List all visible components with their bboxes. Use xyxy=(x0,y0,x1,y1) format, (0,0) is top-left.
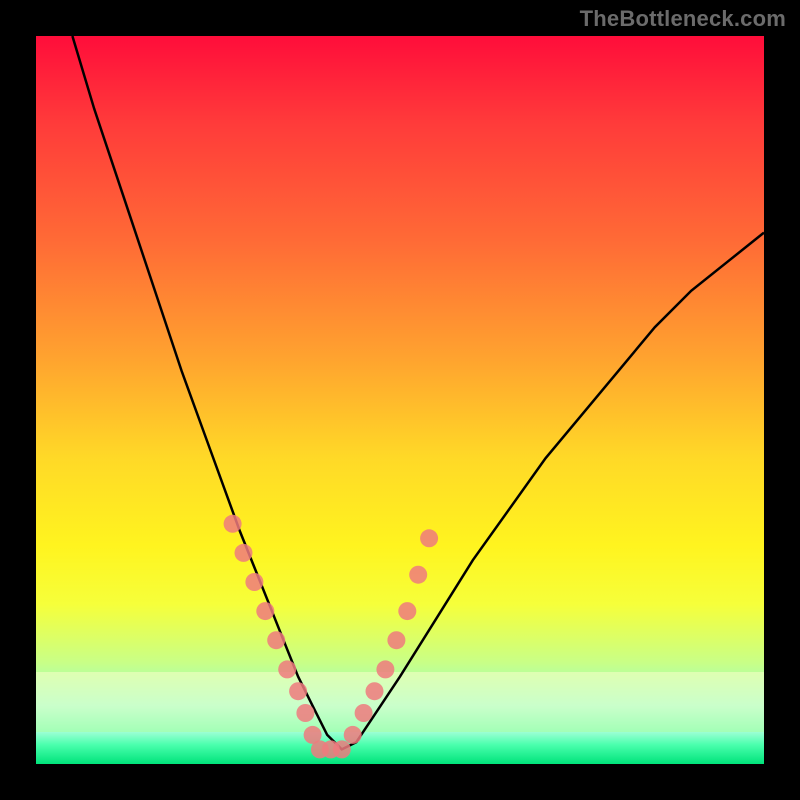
data-marker xyxy=(224,515,242,533)
curve-path xyxy=(72,36,764,749)
marker-group xyxy=(224,515,439,759)
data-marker xyxy=(355,704,373,722)
chart-frame: TheBottleneck.com xyxy=(0,0,800,800)
data-marker xyxy=(256,602,274,620)
data-marker xyxy=(344,726,362,744)
curve-line xyxy=(72,36,764,749)
data-marker xyxy=(245,573,263,591)
data-marker xyxy=(235,544,253,562)
data-marker xyxy=(376,660,394,678)
data-marker xyxy=(278,660,296,678)
bottleneck-curve-svg xyxy=(36,36,764,764)
data-marker xyxy=(267,631,285,649)
data-marker xyxy=(387,631,405,649)
watermark-label: TheBottleneck.com xyxy=(580,6,786,32)
data-marker xyxy=(420,529,438,547)
data-marker xyxy=(289,682,307,700)
data-marker xyxy=(333,740,351,758)
data-marker xyxy=(366,682,384,700)
data-marker xyxy=(409,566,427,584)
data-marker xyxy=(398,602,416,620)
plot-area xyxy=(36,36,764,764)
data-marker xyxy=(296,704,314,722)
